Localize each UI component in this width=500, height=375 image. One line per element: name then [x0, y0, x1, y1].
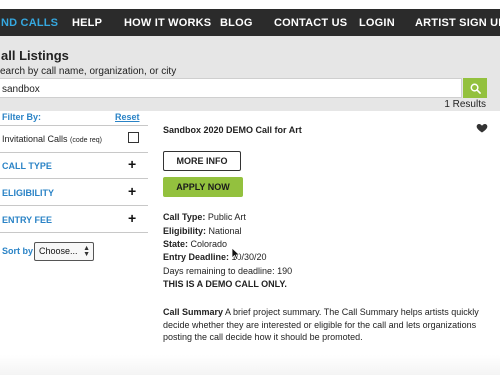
invitational-note: (code req)	[70, 137, 102, 144]
deadline-label: Entry Deadline:	[163, 252, 230, 262]
listing-header: all Listings earch by call name, organiz…	[0, 36, 500, 111]
sort-select-value: Choose...	[39, 246, 78, 256]
divider	[0, 152, 148, 153]
page-fade	[0, 355, 500, 375]
call-summary: Call Summary A brief project summary. Th…	[163, 306, 493, 344]
eligibility-value: National	[208, 226, 242, 236]
search-button[interactable]	[463, 78, 487, 98]
nav-contact-us[interactable]: CONTACT US	[274, 17, 347, 29]
select-arrows-icon: ▲ ▼	[83, 245, 90, 258]
call-summary-label: Call Summary	[163, 307, 224, 317]
heart-icon[interactable]	[476, 122, 488, 134]
expand-call-type-icon[interactable]: +	[128, 157, 136, 171]
sort-by-label: Sort by	[2, 246, 34, 256]
expand-eligibility-icon[interactable]: +	[128, 184, 136, 198]
apply-now-button[interactable]: APPLY NOW	[163, 177, 243, 197]
more-info-button[interactable]: MORE INFO	[163, 151, 241, 171]
mouse-pointer-icon	[231, 247, 241, 261]
search-box	[0, 78, 462, 99]
eligibility-row: Eligibility: National	[163, 226, 242, 236]
invitational-text: Invitational Calls	[2, 134, 68, 144]
divider	[0, 232, 148, 233]
deadline-row: Entry Deadline: 10/30/20	[163, 252, 267, 262]
invitational-label: Invitational Calls (code req)	[2, 134, 102, 144]
state-row: State: Colorado	[163, 239, 227, 249]
divider	[0, 178, 148, 179]
filter-call-type[interactable]: CALL TYPE	[2, 161, 52, 171]
reset-link[interactable]: Reset	[115, 112, 140, 122]
search-input[interactable]	[0, 80, 461, 99]
divider	[0, 205, 148, 206]
state-label: State:	[163, 239, 189, 249]
results-count: 1 Results	[444, 99, 486, 110]
nav-blog[interactable]: BLOG	[220, 17, 253, 29]
search-icon	[470, 83, 481, 94]
listing-title[interactable]: Sandbox 2020 DEMO Call for Art	[163, 125, 302, 135]
nav-find-calls[interactable]: ND CALLS	[1, 17, 58, 29]
sort-select[interactable]: Choose... ▲ ▼	[34, 242, 94, 261]
nav-artist-sign-up[interactable]: ARTIST SIGN UP	[415, 17, 500, 29]
filter-entry-fee[interactable]: ENTRY FEE	[2, 215, 52, 225]
filter-eligibility[interactable]: ELIGIBILITY	[2, 188, 54, 198]
nav-how-it-works[interactable]: HOW IT WORKS	[124, 17, 211, 29]
state-value: Colorado	[190, 239, 228, 249]
eligibility-label: Eligibility:	[163, 226, 207, 236]
call-type-label: Call Type:	[163, 212, 206, 222]
call-type-value: Public Art	[207, 212, 246, 222]
search-hint: earch by call name, organization, or cit…	[0, 66, 177, 77]
nav-login[interactable]: LOGIN	[359, 17, 395, 29]
divider	[0, 125, 148, 126]
filter-by-label: Filter By:	[2, 112, 42, 122]
invitational-checkbox[interactable]	[128, 132, 139, 143]
page-title: all Listings	[1, 48, 69, 63]
call-type-row: Call Type: Public Art	[163, 212, 246, 222]
expand-entry-fee-icon[interactable]: +	[128, 211, 136, 225]
top-nav: ND CALLS HELP HOW IT WORKS BLOG CONTACT …	[0, 0, 500, 36]
nav-help[interactable]: HELP	[72, 17, 102, 29]
filter-header: Filter By: Reset	[0, 111, 148, 125]
demo-notice: THIS IS A DEMO CALL ONLY.	[163, 279, 287, 289]
days-remaining: Days remaining to deadline: 190	[163, 266, 293, 276]
